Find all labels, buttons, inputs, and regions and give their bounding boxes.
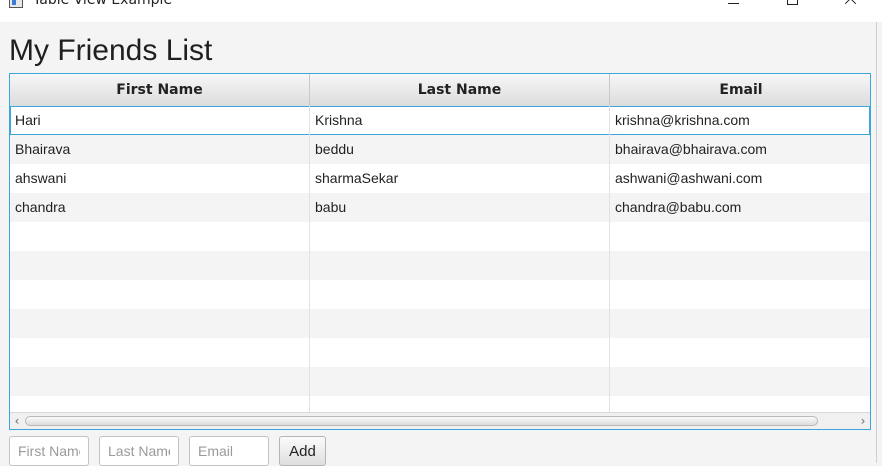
cell-first-name[interactable]: chandra: [10, 193, 310, 222]
window-edge: [876, 22, 877, 463]
cell-first-name: [10, 251, 310, 280]
table-row[interactable]: Bhairava beddu bhairava@bhairava.com: [10, 135, 870, 164]
cell-last-name: [310, 280, 610, 309]
add-button[interactable]: Add: [279, 436, 326, 466]
column-header-email[interactable]: Email: [610, 74, 870, 106]
cell-first-name[interactable]: ahswani: [10, 164, 310, 193]
cell-first-name: [10, 280, 310, 309]
cell-first-name: [10, 338, 310, 367]
empty-table-row: [10, 251, 870, 280]
table-row[interactable]: Hari Krishna krishna@krishna.com: [10, 106, 870, 135]
cell-last-name[interactable]: sharmaSekar: [310, 164, 610, 193]
scrollbar-thumb[interactable]: [25, 416, 818, 426]
maximize-icon[interactable]: [778, 0, 808, 14]
table-row[interactable]: ahswani sharmaSekar ashwani@ashwani.com: [10, 164, 870, 193]
cell-email[interactable]: bhairava@bhairava.com: [610, 135, 870, 164]
cell-first-name: [10, 367, 310, 396]
first-name-input[interactable]: [9, 436, 89, 466]
cell-first-name: [10, 309, 310, 338]
cell-last-name: [310, 338, 610, 367]
cell-last-name[interactable]: babu: [310, 193, 610, 222]
window-title: Table View Example: [33, 0, 173, 8]
app-icon: [9, 0, 23, 8]
empty-table-row: [10, 222, 870, 251]
cell-email: [610, 367, 870, 396]
column-header-last-name[interactable]: Last Name: [310, 74, 610, 106]
cell-last-name[interactable]: Krishna: [310, 106, 610, 135]
cell-email[interactable]: ashwani@ashwani.com: [610, 164, 870, 193]
cell-first-name[interactable]: Hari: [10, 106, 310, 135]
column-header-first-name[interactable]: First Name: [10, 74, 310, 106]
cell-email: [610, 251, 870, 280]
cell-email[interactable]: krishna@krishna.com: [610, 106, 870, 135]
cell-last-name: [310, 251, 610, 280]
cell-first-name[interactable]: Bhairava: [10, 135, 310, 164]
table-header: First Name Last Name Email: [10, 74, 870, 107]
scroll-right-icon[interactable]: ›: [856, 413, 870, 429]
cell-first-name: [10, 222, 310, 251]
empty-table-row: [10, 367, 870, 396]
cell-last-name: [310, 222, 610, 251]
cell-email: [610, 338, 870, 367]
cell-email: [610, 222, 870, 251]
friends-table[interactable]: First Name Last Name Email Hari Krishna kr…: [9, 73, 871, 430]
empty-table-row: [10, 309, 870, 338]
cell-email: [610, 280, 870, 309]
title-bar: Table View Example: [0, 0, 882, 22]
email-input[interactable]: [189, 436, 269, 466]
cell-email: [610, 309, 870, 338]
page-title: My Friends List: [9, 34, 213, 67]
horizontal-scrollbar[interactable]: ‹ ›: [10, 412, 870, 429]
cell-last-name[interactable]: beddu: [310, 135, 610, 164]
cell-email[interactable]: chandra@babu.com: [610, 193, 870, 222]
cell-last-name: [310, 367, 610, 396]
minimize-icon[interactable]: [719, 0, 749, 14]
empty-table-row: [10, 280, 870, 309]
table-row[interactable]: chandra babu chandra@babu.com: [10, 193, 870, 222]
empty-table-row: [10, 338, 870, 367]
close-icon[interactable]: [836, 0, 866, 14]
cell-last-name: [310, 309, 610, 338]
scroll-left-icon[interactable]: ‹: [10, 413, 24, 429]
last-name-input[interactable]: [99, 436, 179, 466]
